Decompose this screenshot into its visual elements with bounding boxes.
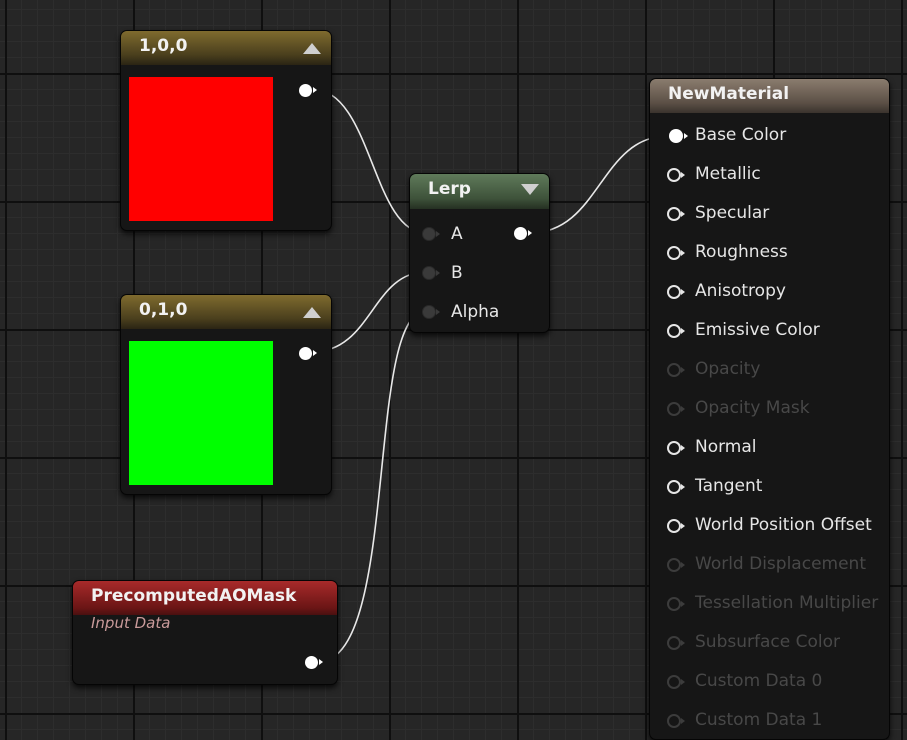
material-input-pin[interactable]: [667, 636, 685, 650]
material-input-pin[interactable]: [667, 597, 685, 611]
node-subtitle: Input Data: [91, 614, 171, 632]
material-input-label: World Displacement: [695, 554, 866, 574]
material-input-label: Subsurface Color: [695, 632, 840, 652]
node-header[interactable]: Lerp: [410, 174, 549, 209]
material-input-label: Anisotropy: [695, 281, 786, 301]
material-input-pin[interactable]: [667, 558, 685, 572]
material-input-pin[interactable]: [667, 363, 685, 377]
material-input-label: Tangent: [695, 476, 763, 496]
collapse-arrow-icon[interactable]: [303, 307, 321, 318]
color-swatch-red: [129, 77, 273, 221]
output-pin[interactable]: [514, 227, 532, 240]
node-title: PrecomputedAOMask: [91, 586, 297, 606]
collapse-arrow-icon[interactable]: [303, 43, 321, 54]
output-pin[interactable]: [299, 347, 317, 360]
material-input-pin[interactable]: [667, 207, 685, 221]
material-input-pin[interactable]: [667, 675, 685, 689]
material-input-pin[interactable]: [667, 441, 685, 455]
material-result-node[interactable]: NewMaterial Base Color Metallic Specular Ro…: [649, 78, 890, 740]
output-pin[interactable]: [305, 656, 323, 669]
material-input-label: Tessellation Multiplier: [695, 593, 879, 613]
material-input-pin[interactable]: [667, 168, 685, 182]
color-swatch-green: [129, 341, 273, 485]
material-input-label: Roughness: [695, 242, 788, 262]
node-header[interactable]: PrecomputedAOMask Input Data: [73, 581, 337, 632]
output-pin[interactable]: [299, 84, 317, 97]
material-input-label: Specular: [695, 203, 770, 223]
wire-lerp-to-basecolor: [529, 135, 669, 234]
material-input-pin[interactable]: [667, 714, 685, 728]
material-input-label: Opacity: [695, 359, 761, 379]
material-input-pin[interactable]: [667, 324, 685, 338]
node-header[interactable]: 0,1,0: [121, 295, 331, 329]
node-header[interactable]: 1,0,0: [121, 31, 331, 65]
node-title: 0,1,0: [139, 300, 188, 320]
material-input-label: Custom Data 0: [695, 671, 823, 691]
pin-label-alpha: Alpha: [451, 302, 500, 322]
material-input-pin[interactable]: [667, 519, 685, 533]
material-input-label: World Position Offset: [695, 515, 872, 535]
material-input-label: Normal: [695, 437, 757, 457]
material-input-pin[interactable]: [669, 129, 688, 143]
material-input-label: Opacity Mask: [695, 398, 810, 418]
input-pin-alpha[interactable]: [422, 305, 440, 319]
pin-label-a: A: [451, 224, 463, 244]
node-title: NewMaterial: [668, 84, 790, 104]
material-input-label: Custom Data 1: [695, 710, 823, 730]
material-input-pin[interactable]: [667, 480, 685, 494]
material-input-pin[interactable]: [667, 246, 685, 260]
node-header[interactable]: NewMaterial: [650, 79, 889, 113]
pin-label-b: B: [451, 263, 463, 283]
material-input-label: Emissive Color: [695, 320, 820, 340]
material-input-label: Base Color: [695, 125, 787, 145]
precomputed-ao-mask-node[interactable]: PrecomputedAOMask Input Data: [72, 580, 338, 685]
collapse-arrow-icon[interactable]: [521, 184, 539, 195]
constant-node-green[interactable]: 0,1,0: [120, 294, 332, 495]
material-input-label: Metallic: [695, 164, 761, 184]
node-title: Lerp: [428, 179, 471, 199]
material-input-pin[interactable]: [667, 285, 685, 299]
constant-node-red[interactable]: 1,0,0: [120, 30, 332, 231]
input-pin-a[interactable]: [422, 227, 440, 241]
input-pin-b[interactable]: [422, 266, 440, 280]
node-title: 1,0,0: [139, 36, 188, 56]
lerp-node[interactable]: Lerp A B Alpha: [409, 173, 550, 333]
material-input-pin[interactable]: [667, 402, 685, 416]
